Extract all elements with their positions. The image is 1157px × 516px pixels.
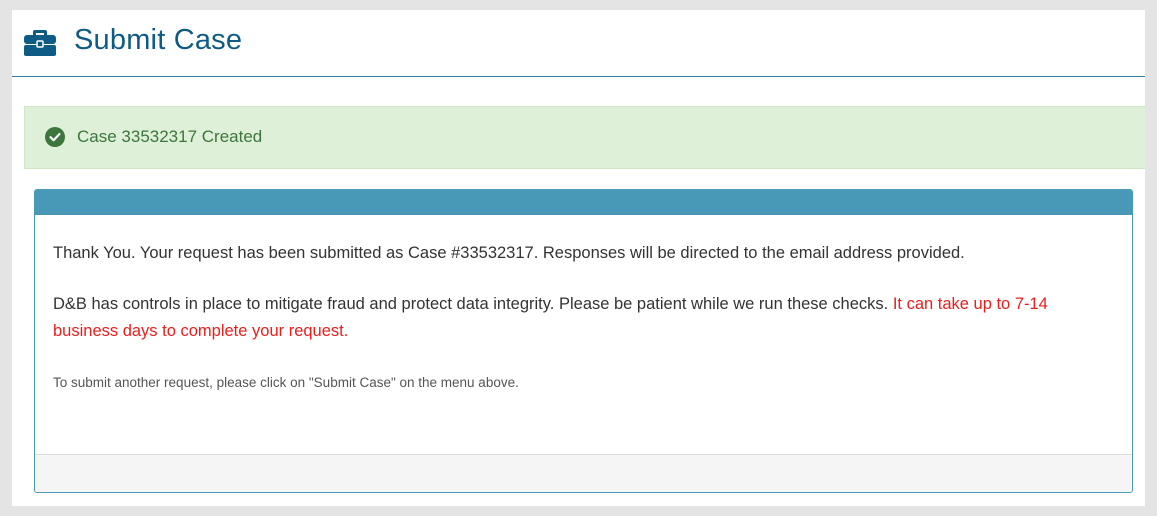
- controls-text: D&B has controls in place to mitigate fr…: [53, 295, 893, 313]
- panel-footer: [35, 454, 1132, 492]
- check-circle-icon: [45, 127, 65, 147]
- page-header: Submit Case: [12, 10, 1145, 77]
- page-frame: Submit Case Case 33532317 Created Thank …: [12, 10, 1145, 506]
- another-request-text: To submit another request, please click …: [53, 375, 519, 390]
- panel-header: [35, 190, 1132, 215]
- success-alert: Case 33532317 Created: [24, 106, 1145, 169]
- panel-body: Thank You. Your request has been submitt…: [53, 240, 1114, 393]
- fraud-controls-paragraph: D&B has controls in place to mitigate fr…: [53, 291, 1114, 345]
- page-title: Submit Case: [74, 24, 243, 56]
- thank-you-text: Thank You. Your request has been submitt…: [53, 244, 965, 262]
- alert-message: Case 33532317 Created: [77, 127, 263, 146]
- confirmation-panel: Thank You. Your request has been submitt…: [34, 189, 1133, 493]
- briefcase-icon: [24, 28, 56, 56]
